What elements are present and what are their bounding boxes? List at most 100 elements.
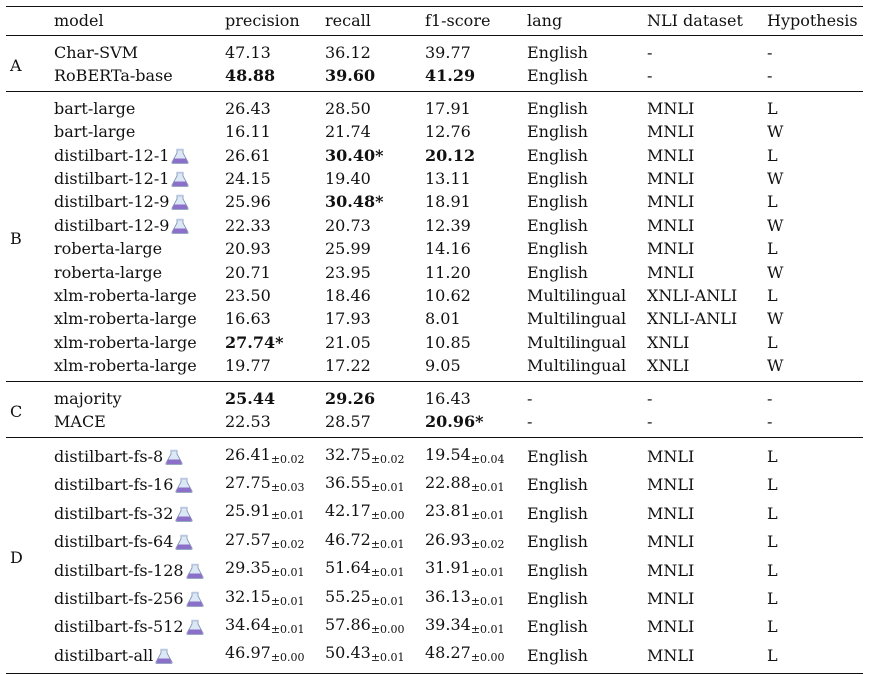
- precision-cell: 34.64±0.01: [221, 613, 321, 641]
- recall-cell: 17.93: [321, 307, 421, 330]
- f1-cell: 23.81±0.01: [421, 499, 523, 527]
- precision-value: 26.43: [225, 98, 271, 118]
- nli-cell: -: [647, 43, 653, 62]
- recall-value: 30.48*: [325, 192, 384, 212]
- lang-cell: English: [527, 447, 588, 466]
- hyp-cell: L: [767, 286, 778, 306]
- f1-cell: 26.93±0.02: [421, 528, 523, 556]
- flask-icon: [186, 591, 204, 607]
- precision-cell: 25.96: [221, 190, 321, 213]
- flask-icon: [165, 449, 183, 465]
- model-name: bart-large: [54, 98, 136, 118]
- recall-cell: 30.40*: [321, 144, 421, 167]
- table-row: distilbart-fs-16 27.75±0.03 36.55±0.01 22.8…: [6, 471, 863, 499]
- nli-cell: MNLI: [647, 589, 695, 609]
- flask-icon: [171, 218, 189, 234]
- precision-value: 20.93: [225, 239, 271, 259]
- precision-value: 22.33: [225, 215, 271, 235]
- lang-cell: English: [527, 503, 588, 523]
- flask-icon: [175, 506, 193, 522]
- group-label: C: [10, 401, 23, 421]
- nli-cell: MNLI: [647, 262, 695, 282]
- precision-value: 23.50: [225, 286, 271, 306]
- recall-cell: 18.46: [321, 284, 421, 307]
- model-cell: bart-large: [50, 120, 221, 143]
- hyp-cell: -: [767, 43, 773, 62]
- recall-value: 17.93: [325, 309, 371, 329]
- precision-value: 34.64: [225, 614, 271, 634]
- model-name: distilbart-12-1: [54, 145, 170, 165]
- table-row: distilbart-12-1 26.61 30.40* 20.12 English MN…: [6, 144, 863, 167]
- model-name: xlm-roberta-large: [54, 356, 197, 376]
- precision-cell: 27.74*: [221, 331, 321, 354]
- f1-cell: 41.29: [421, 64, 523, 91]
- precision-cell: 26.41±0.02: [221, 437, 321, 471]
- f1-cell: 48.27±0.00: [421, 641, 523, 673]
- precision-std: ±0.01: [270, 594, 305, 608]
- recall-std: ±0.01: [370, 537, 405, 551]
- precision-value: 16.63: [225, 309, 271, 329]
- recall-value: 39.60: [325, 66, 376, 86]
- recall-value: 18.46: [325, 286, 371, 306]
- precision-value: 47.13: [225, 43, 271, 62]
- model-cell: distilbart-fs-64: [50, 528, 221, 556]
- f1-value: 41.29: [425, 66, 476, 86]
- precision-value: 27.57: [225, 529, 271, 549]
- precision-cell: 25.91±0.01: [221, 499, 321, 527]
- recall-cell: 32.75±0.02: [321, 437, 421, 471]
- nli-cell: MNLI: [647, 447, 695, 466]
- nli-cell: MNLI: [647, 532, 695, 552]
- f1-cell: 12.39: [421, 214, 523, 237]
- recall-cell: 57.86±0.00: [321, 613, 421, 641]
- lang-cell: English: [527, 122, 588, 142]
- f1-cell: 13.11: [421, 167, 523, 190]
- lang-cell: English: [527, 98, 588, 118]
- model-cell: xlm-roberta-large: [50, 307, 221, 330]
- precision-cell: 22.53: [221, 410, 321, 437]
- results-table: model precision recall f1-score lang NLI…: [6, 6, 863, 674]
- model-cell: distilbart-12-9: [50, 190, 221, 213]
- precision-value: 29.35: [225, 558, 271, 578]
- f1-value: 20.96*: [425, 412, 484, 432]
- lang-cell: English: [527, 532, 588, 552]
- precision-cell: 19.77: [221, 354, 321, 381]
- lang-cell: English: [527, 589, 588, 609]
- precision-std: ±0.02: [270, 537, 305, 551]
- recall-std: ±0.01: [370, 651, 405, 665]
- lang-cell: English: [527, 239, 588, 259]
- recall-value: 29.26: [325, 388, 376, 408]
- nli-cell: XNLI: [647, 332, 690, 352]
- precision-value: 25.91: [225, 501, 271, 521]
- model-cell: roberta-large: [50, 261, 221, 284]
- precision-cell: 25.44: [221, 381, 321, 410]
- f1-cell: 19.54±0.04: [421, 437, 523, 471]
- hyp-cell: W: [767, 215, 784, 235]
- model-cell: distilbart-all: [50, 641, 221, 673]
- f1-std: ±0.01: [470, 622, 505, 636]
- table-row: distilbart-fs-256 32.15±0.01 55.25±0.01 36.…: [6, 585, 863, 613]
- nli-cell: XNLI-ANLI: [647, 309, 738, 329]
- hyp-cell: L: [767, 239, 778, 259]
- recall-cell: 19.40: [321, 167, 421, 190]
- precision-cell: 46.97±0.00: [221, 641, 321, 673]
- recall-value: 42.17: [325, 501, 371, 521]
- lang-cell: English: [527, 617, 588, 637]
- header-f1-score: f1-score: [425, 11, 491, 30]
- hyp-cell: L: [767, 560, 778, 580]
- recall-cell: 28.57: [321, 410, 421, 437]
- recall-cell: 29.26: [321, 381, 421, 410]
- precision-value: 46.97: [225, 643, 271, 663]
- hyp-cell: -: [767, 388, 773, 408]
- f1-cell: 31.91±0.01: [421, 556, 523, 584]
- recall-cell: 28.50: [321, 91, 421, 120]
- model-cell: xlm-roberta-large: [50, 331, 221, 354]
- nli-cell: MNLI: [647, 617, 695, 637]
- recall-std: ±0.01: [370, 566, 405, 580]
- recall-value: 23.95: [325, 262, 371, 282]
- lang-cell: Multilingual: [527, 356, 627, 376]
- f1-value: 16.43: [425, 388, 471, 408]
- model-name: distilbart-fs-16: [54, 475, 174, 495]
- table-row: bart-large 16.11 21.74 12.76 English MNLI W: [6, 120, 863, 143]
- recall-cell: 23.95: [321, 261, 421, 284]
- flask-icon: [186, 563, 204, 579]
